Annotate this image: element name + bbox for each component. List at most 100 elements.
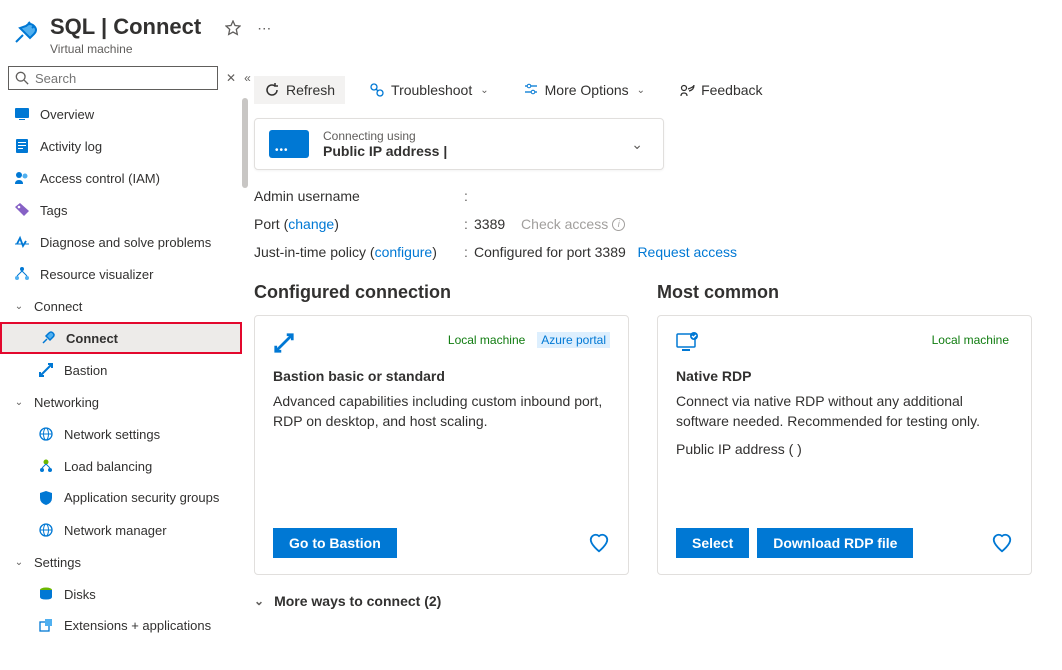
rdp-card-icon: [676, 332, 700, 354]
card-title: Bastion basic or standard: [273, 368, 610, 384]
troubleshoot-button[interactable]: Troubleshoot ⌄: [359, 76, 499, 104]
diagnose-icon: [14, 234, 30, 250]
toolbar-label: Refresh: [286, 82, 335, 98]
search-box[interactable]: [8, 66, 218, 90]
admin-username-label: Admin username: [254, 188, 464, 204]
sidebar-item-load-balancing[interactable]: Load balancing: [0, 450, 242, 482]
select-button[interactable]: Select: [676, 528, 749, 558]
extensions-icon: [38, 618, 54, 634]
card-desc: Connect via native RDP without any addit…: [676, 392, 1013, 431]
connecting-using-card[interactable]: Connecting using Public IP address | ⌄: [254, 118, 664, 170]
load-balance-icon: [38, 458, 54, 474]
sidebar-item-resource-visualizer[interactable]: Resource visualizer: [0, 258, 242, 290]
sidebar-item-label: Application security groups: [64, 490, 219, 506]
sidebar-item-label: Settings: [34, 555, 81, 570]
sidebar-item-label: Connect: [66, 331, 118, 346]
port-label: Port (change): [254, 216, 464, 232]
native-rdp-card: Local machine Native RDP Connect via nat…: [657, 315, 1032, 575]
sidebar-item-label: Extensions + applications: [64, 618, 211, 634]
card-desc: Advanced capabilities including custom i…: [273, 392, 610, 431]
section-title: Most common: [657, 282, 1032, 303]
sidebar-group-connect[interactable]: ⌄ Connect: [0, 290, 242, 322]
favorite-heart-icon[interactable]: [991, 532, 1013, 554]
visualizer-icon: [14, 266, 30, 282]
card-extra: Public IP address ( ): [676, 441, 1013, 457]
sidebar-item-asg[interactable]: Application security groups: [0, 482, 242, 514]
search-input[interactable]: [35, 71, 211, 86]
more-options-button[interactable]: More Options ⌄: [513, 76, 655, 104]
jit-value: Configured for port 3389: [474, 244, 626, 260]
tag-icon: [14, 202, 30, 218]
port-value: 3389: [474, 216, 505, 232]
sidebar-group-networking[interactable]: ⌄ Networking: [0, 386, 242, 418]
sidebar-item-network-settings[interactable]: Network settings: [0, 418, 242, 450]
collapse-sidebar-icon[interactable]: «: [244, 71, 251, 85]
sidebar-item-tags[interactable]: Tags: [0, 194, 242, 226]
disks-icon: [38, 586, 54, 602]
log-icon: [14, 138, 30, 154]
toolbar: Refresh Troubleshoot ⌄ More Options ⌄ Fe…: [248, 66, 1062, 114]
most-common-section: Most common Local machine Native RDP: [657, 282, 1032, 575]
request-access-link[interactable]: Request access: [637, 244, 737, 260]
sidebar-item-label: Activity log: [40, 139, 102, 154]
chevron-down-icon: ⌄: [14, 557, 24, 568]
search-clear-icon[interactable]: ✕: [226, 71, 236, 85]
search-icon: [15, 71, 29, 85]
section-title: Configured connection: [254, 282, 629, 303]
refresh-button[interactable]: Refresh: [254, 76, 345, 104]
sidebar-item-label: Load balancing: [64, 459, 152, 474]
configured-connection-section: Configured connection Local machine Azur…: [254, 282, 629, 575]
favorite-star-icon[interactable]: [225, 20, 241, 36]
sidebar-item-connect[interactable]: Connect: [0, 322, 242, 354]
sidebar-item-bastion[interactable]: Bastion: [0, 354, 242, 386]
go-to-bastion-button[interactable]: Go to Bastion: [273, 528, 397, 558]
sidebar-item-activity-log[interactable]: Activity log: [0, 130, 242, 162]
favorite-heart-icon[interactable]: [588, 532, 610, 554]
port-change-link[interactable]: change: [288, 216, 334, 232]
page-title: SQL | Connect: [50, 14, 201, 40]
chevron-down-icon: ⌄: [254, 594, 264, 608]
jit-label: Just-in-time policy (configure): [254, 244, 464, 260]
monitor-icon: [14, 106, 30, 122]
sidebar-group-settings[interactable]: ⌄ Settings: [0, 546, 242, 578]
main-content: Refresh Troubleshoot ⌄ More Options ⌄ Fe…: [248, 66, 1062, 670]
bastion-card: Local machine Azure portal Bastion basic…: [254, 315, 629, 575]
jit-configure-link[interactable]: configure: [375, 244, 433, 260]
card-title: Native RDP: [676, 368, 1013, 384]
sidebar-item-disks[interactable]: Disks: [0, 578, 242, 610]
shield-icon: [38, 490, 54, 506]
people-icon: [14, 170, 30, 186]
sidebar-item-label: Networking: [34, 395, 99, 410]
chevron-down-icon: ⌄: [14, 301, 24, 312]
sidebar-item-network-manager[interactable]: Network manager: [0, 514, 242, 546]
chevron-down-icon: ⌄: [637, 85, 645, 96]
more-ways-label: More ways to connect (2): [274, 593, 441, 609]
badge-local-machine: Local machine: [928, 332, 1013, 348]
connecting-using-label: Connecting using: [323, 129, 447, 143]
connect-icon: [40, 330, 56, 346]
sidebar-item-extensions[interactable]: Extensions + applications: [0, 610, 242, 642]
feedback-icon: [679, 82, 695, 98]
sidebar-scrollbar[interactable]: [242, 98, 248, 670]
more-actions-icon[interactable]: ⋯: [257, 20, 272, 37]
sidebar-item-label: Network manager: [64, 523, 167, 538]
sidebar-item-label: Disks: [64, 587, 96, 602]
check-access-link[interactable]: Check access i: [521, 216, 625, 232]
info-grid: Admin username : Port (change) : 3389 Ch…: [254, 188, 1032, 260]
sidebar-item-access-control[interactable]: Access control (IAM): [0, 162, 242, 194]
more-ways-to-connect[interactable]: ⌄ More ways to connect (2): [254, 593, 1032, 609]
nav-list: Overview Activity log Access control (IA…: [0, 98, 248, 642]
page-header: SQL | Connect Virtual machine ⋯: [0, 0, 1062, 66]
troubleshoot-icon: [369, 82, 385, 98]
sidebar-item-overview[interactable]: Overview: [0, 98, 242, 130]
jit-value-row: Configured for port 3389 Request access: [474, 244, 1032, 260]
sidebar-item-label: Connect: [34, 299, 82, 314]
sidebar-item-diagnose[interactable]: Diagnose and solve problems: [0, 226, 242, 258]
port-value-row: 3389 Check access i: [474, 216, 1032, 232]
feedback-button[interactable]: Feedback: [669, 76, 772, 104]
chevron-down-icon: ⌄: [14, 397, 24, 408]
scrollbar-thumb[interactable]: [242, 98, 248, 188]
download-rdp-button[interactable]: Download RDP file: [757, 528, 913, 558]
refresh-icon: [264, 82, 280, 98]
sidebar: ✕ « Overview Activity log Access contr: [0, 66, 248, 670]
